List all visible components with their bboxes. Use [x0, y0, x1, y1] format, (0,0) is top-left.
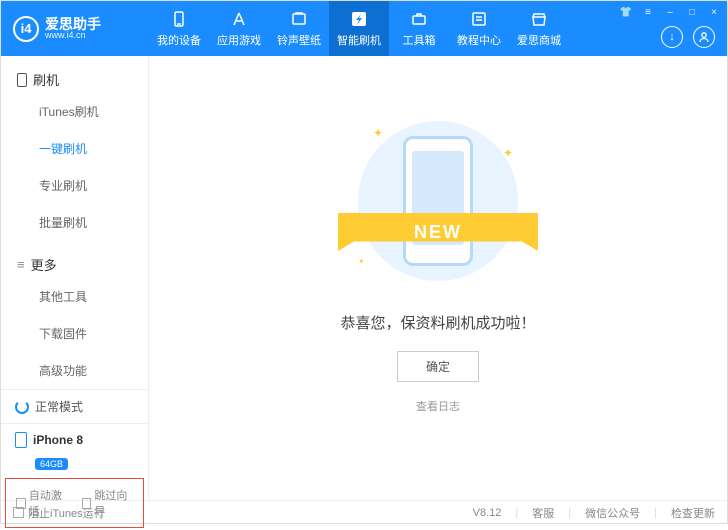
nav-label: 智能刷机	[337, 32, 381, 48]
refresh-icon	[15, 400, 29, 414]
footer-link-wechat[interactable]: 微信公众号	[585, 505, 640, 521]
sidebar-item[interactable]: iTunes刷机	[1, 93, 148, 130]
menu-icon: ≡	[17, 257, 25, 272]
nav-ring[interactable]: 铃声壁纸	[269, 1, 329, 56]
section-title: 刷机	[33, 70, 59, 89]
sidebar-section-header: 刷机	[1, 56, 148, 93]
sidebar-item[interactable]: 高级功能	[1, 352, 148, 389]
menu-icon[interactable]: ≡	[641, 5, 655, 19]
sidebar: 刷机 iTunes刷机一键刷机专业刷机批量刷机 ≡ 更多其他工具下载固件高级功能 正常…	[1, 56, 149, 500]
nav-label: 工具箱	[403, 32, 436, 48]
nav-label: 我的设备	[157, 32, 201, 48]
tools-icon	[410, 10, 428, 28]
sidebar-item[interactable]: 一键刷机	[1, 130, 148, 167]
nav-apps[interactable]: 应用游戏	[209, 1, 269, 56]
main-content: ✦ ✦ ✦ NEW 恭喜您，保资料刷机成功啦！ 确定 查看日志	[149, 56, 727, 500]
nav-tutorial[interactable]: 教程中心	[449, 1, 509, 56]
close-icon[interactable]: ×	[707, 5, 721, 19]
flash-icon	[350, 10, 368, 28]
version-label: V8.12	[473, 507, 502, 519]
device-name: iPhone 8	[33, 433, 83, 447]
brand-url: www.i4.cn	[45, 31, 101, 40]
nav-label: 铃声壁纸	[277, 32, 321, 48]
mode-label: 正常模式	[35, 398, 83, 415]
device-status[interactable]: iPhone 8	[1, 423, 148, 456]
logo-icon: i4	[13, 16, 39, 42]
store-icon	[530, 10, 548, 28]
download-icon[interactable]: ↓	[661, 26, 683, 48]
nav-tools[interactable]: 工具箱	[389, 1, 449, 56]
nav-label: 教程中心	[457, 32, 501, 48]
logo: i4 爱思助手 www.i4.cn	[1, 16, 149, 42]
window-controls: 👕 ≡ – □ ×	[619, 5, 721, 19]
sidebar-item[interactable]: 专业刷机	[1, 167, 148, 204]
phone-icon	[15, 432, 27, 448]
nav-label: 应用游戏	[217, 32, 261, 48]
tutorial-icon	[470, 10, 488, 28]
sidebar-item[interactable]: 其他工具	[1, 278, 148, 315]
sidebar-section-header: ≡ 更多	[1, 241, 148, 278]
view-log-link[interactable]: 查看日志	[416, 398, 460, 414]
main-nav: 我的设备应用游戏铃声壁纸智能刷机 工具箱 教程中心爱思商城	[149, 1, 569, 56]
minimize-icon[interactable]: –	[663, 5, 677, 19]
nav-device[interactable]: 我的设备	[149, 1, 209, 56]
phone-icon	[17, 73, 27, 87]
nav-label: 爱思商城	[517, 32, 561, 48]
device-icon	[170, 10, 188, 28]
nav-store[interactable]: 爱思商城	[509, 1, 569, 56]
block-itunes-label: 阻止iTunes运行	[28, 505, 105, 521]
footer-link-support[interactable]: 客服	[532, 505, 554, 521]
apps-icon	[230, 10, 248, 28]
sidebar-item[interactable]: 批量刷机	[1, 204, 148, 241]
storage-badge: 64GB	[35, 458, 68, 470]
ring-icon	[290, 10, 308, 28]
section-title: 更多	[31, 255, 57, 274]
block-itunes-checkbox[interactable]: 阻止iTunes运行	[13, 505, 105, 521]
user-icon[interactable]	[693, 26, 715, 48]
title-bar: i4 爱思助手 www.i4.cn 我的设备应用游戏铃声壁纸智能刷机 工具箱 教程中…	[1, 1, 727, 56]
shirt-icon[interactable]: 👕	[619, 5, 633, 19]
maximize-icon[interactable]: □	[685, 5, 699, 19]
options-row: 自动激活跳过向导	[5, 478, 144, 528]
brand-name: 爱思助手	[45, 17, 101, 31]
success-illustration: ✦ ✦ ✦ NEW	[343, 116, 533, 286]
sidebar-item[interactable]: 下载固件	[1, 315, 148, 352]
footer-link-update[interactable]: 检查更新	[671, 505, 715, 521]
mode-status[interactable]: 正常模式	[1, 389, 148, 423]
success-message: 恭喜您，保资料刷机成功啦！	[340, 312, 535, 333]
nav-flash[interactable]: 智能刷机	[329, 1, 389, 56]
ok-button[interactable]: 确定	[397, 351, 479, 382]
